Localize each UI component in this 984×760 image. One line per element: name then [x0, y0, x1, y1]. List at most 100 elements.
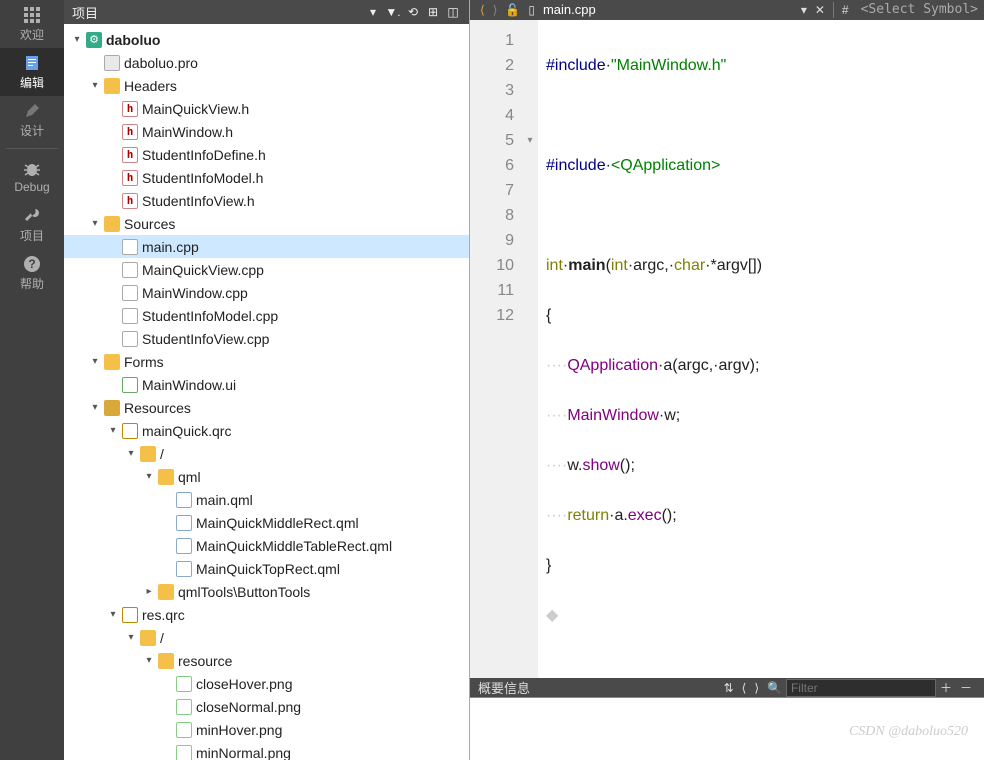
next-icon[interactable]: ⟩	[754, 681, 759, 695]
tree-ui-file[interactable]: MainWindow.ui	[64, 373, 469, 396]
nav-edit[interactable]: 编辑	[0, 48, 64, 96]
tree-root-dir[interactable]: ▾/	[64, 626, 469, 649]
h-file-icon: h	[122, 170, 138, 186]
minus-icon[interactable]: －	[960, 679, 972, 696]
tree-png-file[interactable]: closeNormal.png	[64, 695, 469, 718]
dropdown-icon[interactable]: ▾	[365, 4, 381, 20]
tree-headers-folder[interactable]: ▾Headers	[64, 74, 469, 97]
tree-label: MainQuickMiddleRect.qml	[196, 515, 359, 531]
filter-icon[interactable]: ▼.	[385, 4, 401, 20]
code-editor[interactable]: 123456789101112 ▾ #include·"MainWindow.h…	[470, 20, 984, 678]
tree-label: StudentInfoModel.h	[142, 170, 263, 186]
tree-resource-folder[interactable]: ▾resource	[64, 649, 469, 672]
tree-header-file[interactable]: hStudentInfoDefine.h	[64, 143, 469, 166]
svg-text:?: ?	[28, 257, 35, 271]
filter-input[interactable]	[786, 679, 936, 697]
tree-label: Forms	[124, 354, 164, 370]
tree-header-file[interactable]: hMainQuickView.h	[64, 97, 469, 120]
folder-icon	[158, 469, 174, 485]
link-icon[interactable]: ⟲	[405, 4, 421, 20]
tree-header-file[interactable]: hMainWindow.h	[64, 120, 469, 143]
folder-icon	[104, 400, 120, 416]
code-content[interactable]: #include·"MainWindow.h" #include·<QAppli…	[538, 20, 984, 678]
tree-pro-file[interactable]: daboluo.pro	[64, 51, 469, 74]
qrc-file-icon	[122, 607, 138, 623]
tree-qml-file[interactable]: MainQuickMiddleRect.qml	[64, 511, 469, 534]
png-file-icon	[176, 722, 192, 738]
help-icon: ?	[22, 255, 42, 273]
add-icon[interactable]: ⊞	[425, 4, 441, 20]
tree-project-root[interactable]: ▾⚙daboluo	[64, 28, 469, 51]
file-icon: ▯	[528, 3, 535, 17]
outline-header: 概要信息 ⇅ ⟨ ⟩ 🔍 ＋ －	[470, 678, 984, 698]
tree-png-file[interactable]: minHover.png	[64, 718, 469, 741]
tree-label: /	[160, 446, 164, 462]
tree-label: main.qml	[196, 492, 253, 508]
nav-help[interactable]: ? 帮助	[0, 249, 64, 297]
folder-icon	[104, 216, 120, 232]
editor-panel: ⟨ ⟩ 🔓 ▯ main.cpp ▾ ✕ # <Select Symbol> 1…	[470, 0, 984, 760]
cpp-file-icon	[122, 331, 138, 347]
grid-icon	[22, 6, 42, 24]
tree-source-file-selected[interactable]: main.cpp	[64, 235, 469, 258]
tree-label: resource	[178, 653, 232, 669]
tree-label: daboluo.pro	[124, 55, 198, 71]
png-file-icon	[176, 699, 192, 715]
tree-qml-file[interactable]: MainQuickTopRect.qml	[64, 557, 469, 580]
editor-filename[interactable]: main.cpp	[543, 2, 596, 17]
tree-header-file[interactable]: hStudentInfoModel.h	[64, 166, 469, 189]
qml-file-icon	[176, 538, 192, 554]
tree-qml-file[interactable]: MainQuickMiddleTableRect.qml	[64, 534, 469, 557]
tree-source-file[interactable]: MainWindow.cpp	[64, 281, 469, 304]
folder-icon	[158, 584, 174, 600]
project-tree[interactable]: ▾⚙daboluo daboluo.pro ▾Headers hMainQuic…	[64, 24, 469, 760]
tree-qrc-file[interactable]: ▾mainQuick.qrc	[64, 419, 469, 442]
tree-qml-folder[interactable]: ▾qml	[64, 465, 469, 488]
tree-label: StudentInfoDefine.h	[142, 147, 266, 163]
outline-body[interactable]	[470, 697, 984, 760]
tree-source-file[interactable]: StudentInfoModel.cpp	[64, 304, 469, 327]
symbol-selector[interactable]: <Select Symbol>	[861, 2, 978, 17]
tree-png-file[interactable]: minNormal.png	[64, 741, 469, 760]
tree-label: MainWindow.cpp	[142, 285, 248, 301]
nav-design[interactable]: 设计	[0, 96, 64, 144]
project-panel-header: 项目 ▾ ▼. ⟲ ⊞ ◫	[64, 0, 469, 24]
fold-column[interactable]: ▾	[522, 20, 538, 678]
tree-qml-file[interactable]: main.qml	[64, 488, 469, 511]
sort-icon[interactable]: ⇅	[724, 681, 734, 695]
search-icon: 🔍	[767, 681, 782, 695]
tree-header-file[interactable]: hStudentInfoView.h	[64, 189, 469, 212]
split-icon[interactable]: ◫	[445, 4, 461, 20]
bug-icon	[22, 160, 42, 178]
nav-back-icon[interactable]: ⟨	[480, 3, 485, 17]
tree-tools-folder[interactable]: ▸qmlTools\ButtonTools	[64, 580, 469, 603]
plus-icon[interactable]: ＋	[940, 679, 952, 696]
tree-source-file[interactable]: StudentInfoView.cpp	[64, 327, 469, 350]
wrench-icon	[22, 207, 42, 225]
project-icon: ⚙	[86, 32, 102, 48]
tree-resources-folder[interactable]: ▾Resources	[64, 396, 469, 419]
nav-debug[interactable]: Debug	[0, 153, 64, 201]
tree-png-file[interactable]: closeHover.png	[64, 672, 469, 695]
prev-icon[interactable]: ⟨	[742, 681, 747, 695]
nav-forward-icon[interactable]: ⟩	[493, 3, 498, 17]
cpp-file-icon	[122, 262, 138, 278]
tree-sources-folder[interactable]: ▾Sources	[64, 212, 469, 235]
close-icon[interactable]: ✕	[815, 3, 825, 17]
lock-icon[interactable]: 🔓	[505, 3, 520, 17]
outline-title: 概要信息	[478, 678, 530, 697]
tree-root-dir[interactable]: ▾/	[64, 442, 469, 465]
tree-forms-folder[interactable]: ▾Forms	[64, 350, 469, 373]
tree-label: MainQuickView.cpp	[142, 262, 264, 278]
tree-label: /	[160, 630, 164, 646]
tree-qrc-file[interactable]: ▾res.qrc	[64, 603, 469, 626]
tree-label: daboluo	[106, 32, 160, 48]
nav-welcome[interactable]: 欢迎	[0, 0, 64, 48]
project-panel: 项目 ▾ ▼. ⟲ ⊞ ◫ ▾⚙daboluo daboluo.pro ▾Hea…	[64, 0, 470, 760]
mode-sidebar: 欢迎 编辑 设计 Debug 项目 ? 帮助	[0, 0, 64, 760]
nav-projects[interactable]: 项目	[0, 201, 64, 249]
tree-source-file[interactable]: MainQuickView.cpp	[64, 258, 469, 281]
pencil-icon	[22, 102, 42, 120]
tree-label: MainQuickTopRect.qml	[196, 561, 340, 577]
dropdown-icon[interactable]: ▾	[801, 3, 807, 17]
